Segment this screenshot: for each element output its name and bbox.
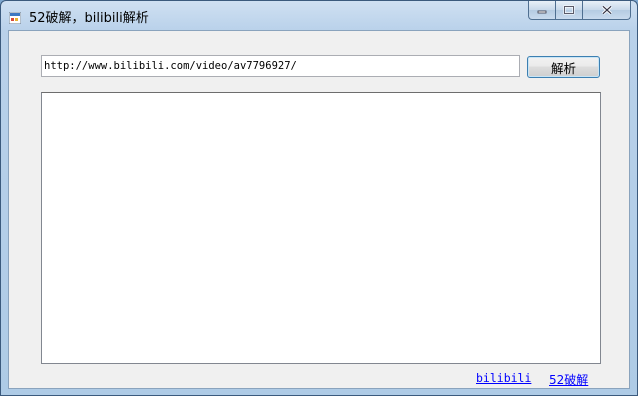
- maximize-button[interactable]: [556, 1, 583, 20]
- title-bar[interactable]: 52破解，bilibili解析: [1, 1, 637, 29]
- parse-button[interactable]: 解析: [527, 56, 600, 78]
- close-button[interactable]: [583, 1, 631, 20]
- window-title: 52破解，bilibili解析: [29, 11, 149, 26]
- client-area: 解析 bilibili 52破解: [8, 30, 630, 389]
- close-icon: [601, 5, 612, 15]
- window-controls: [528, 1, 631, 21]
- 52pojie-link[interactable]: 52破解: [549, 371, 588, 388]
- minimize-icon: [537, 10, 547, 14]
- url-input[interactable]: [41, 55, 520, 77]
- result-textarea[interactable]: [41, 92, 601, 364]
- minimize-button[interactable]: [528, 1, 556, 20]
- restore-icon: [563, 5, 575, 15]
- bilibili-link[interactable]: bilibili: [476, 371, 531, 385]
- footer-links: bilibili 52破解: [9, 371, 629, 387]
- window-app-icon[interactable]: [8, 9, 22, 25]
- app-window: 52破解，bilibili解析 解析: [0, 0, 638, 396]
